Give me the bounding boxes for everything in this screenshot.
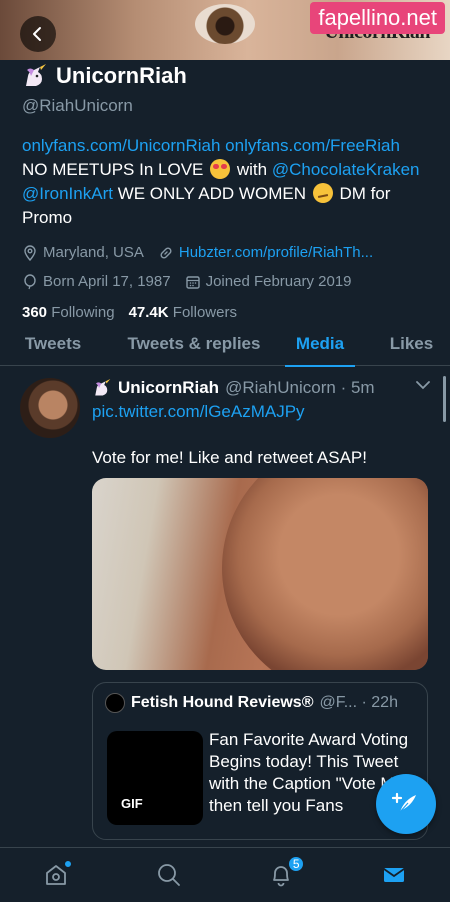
scrollbar[interactable] [443, 376, 446, 422]
mail-icon [383, 868, 405, 882]
quoted-avatar [105, 693, 125, 713]
nav-home[interactable] [36, 855, 76, 895]
chevron-down-icon[interactable] [416, 380, 430, 390]
feather-plus-icon [392, 792, 416, 813]
profile-banner: Or UnicornRiah fapellino.net [0, 0, 450, 60]
tweet-media-image[interactable] [92, 478, 428, 670]
watermark: fapellino.net [310, 2, 445, 34]
home-new-dot [64, 860, 73, 868]
media-photo-shape [222, 478, 428, 670]
bottom-navigation: 5 [0, 847, 450, 902]
following-label: Following [51, 304, 115, 321]
website-link[interactable]: Hubzter.com/profile/RiahTh... [179, 244, 373, 261]
birthday: Born April 17, 1987 [22, 273, 171, 290]
nav-messages[interactable] [374, 855, 414, 895]
gif-badge: GIF [121, 796, 143, 811]
search-icon [157, 864, 180, 886]
quoted-tweet[interactable]: Fetish Hound Reviews® @F... · 22h GIF Fa… [92, 682, 428, 840]
location-pin-icon [24, 244, 36, 261]
chevron-left-icon [33, 27, 41, 41]
following-stat[interactable]: 360 Following [22, 304, 115, 321]
bio-link-freeriah[interactable]: onlyfans.com/FreeRiah [225, 136, 400, 155]
followers-stat[interactable]: 47.4K Followers [129, 304, 237, 321]
profile-bio: onlyfans.com/UnicornRiah onlyfans.com/Fr… [22, 134, 442, 230]
bio-text: DM for [339, 184, 391, 203]
balloon-icon [24, 273, 36, 289]
quoted-author-name: Fetish Hound Reviews® [131, 694, 314, 711]
tab-media[interactable]: Media [285, 322, 355, 367]
followers-label: Followers [172, 304, 237, 321]
link-icon [160, 246, 172, 259]
banner-eye-photo [195, 4, 255, 44]
unicorn-icon [26, 64, 46, 86]
bio-mention-chocolatekraken[interactable]: @ChocolateKraken [272, 160, 420, 179]
heart-eyes-emoji-icon [210, 159, 231, 179]
bio-text: with [236, 160, 268, 179]
back-button[interactable] [20, 16, 56, 52]
bio-text: WE ONLY ADD WOMEN [117, 184, 306, 203]
smirk-emoji-icon [312, 183, 333, 203]
display-name: UnicornRiah [56, 63, 187, 88]
quoted-tweet-header: Fetish Hound Reviews® @F... · 22h [105, 693, 398, 713]
nav-search[interactable] [149, 855, 189, 895]
website[interactable]: Hubzter.com/profile/RiahTh... [158, 244, 373, 261]
bio-text: NO MEETUPS In LOVE [22, 160, 204, 179]
tab-tweets[interactable]: Tweets [0, 322, 106, 366]
notifications-count-badge: 5 [287, 855, 306, 873]
tab-tweets-and-replies[interactable]: Tweets & replies [106, 322, 282, 366]
tweet-text: Vote for me! Like and retweet ASAP! [92, 448, 367, 467]
tab-likes[interactable]: Likes [373, 322, 450, 366]
name-row: UnicornRiah [22, 62, 442, 90]
profile-meta: Maryland, USA Hubzter.com/profile/RiahTh… [22, 244, 442, 290]
tweet[interactable]: UnicornRiah @RiahUnicorn · 5m pic.twitte… [0, 366, 450, 846]
location-text: Maryland, USA [43, 244, 144, 261]
following-count: 360 [22, 304, 48, 321]
bio-link-unicornriah[interactable]: onlyfans.com/UnicornRiah [22, 136, 220, 155]
join-date-text: Joined February 2019 [205, 273, 352, 290]
unicorn-icon [95, 379, 111, 396]
profile-handle: @RiahUnicorn [22, 96, 133, 115]
join-date: Joined February 2019 [185, 273, 352, 290]
tweet-header: UnicornRiah @RiahUnicorn · 5m [92, 378, 375, 398]
compose-tweet-button[interactable] [376, 774, 436, 834]
quoted-author-meta: @F... · 22h [319, 694, 398, 711]
profile-header: UnicornRiah @RiahUnicorn onlyfans.com/Un… [22, 62, 442, 321]
nav-notifications[interactable]: 5 [261, 855, 306, 895]
profile-tabs: Tweets Tweets & replies Media Likes [0, 322, 450, 367]
avatar[interactable] [20, 378, 80, 438]
bio-text: Promo [22, 208, 73, 227]
tweet-author-name: UnicornRiah [118, 378, 220, 397]
quoted-gif-thumbnail[interactable]: GIF [107, 731, 203, 825]
follow-stats: 360 Following 47.4K Followers [22, 304, 442, 321]
birthday-text: Born April 17, 1987 [43, 273, 171, 290]
tweet-pic-link[interactable]: pic.twitter.com/lGeAzMAJPy [92, 402, 305, 422]
bio-mention-ironinkart[interactable]: @IronInkArt [22, 184, 113, 203]
followers-count: 47.4K [128, 304, 169, 321]
calendar-icon [185, 275, 200, 289]
tweet-author-meta: @RiahUnicorn · 5m [225, 378, 375, 397]
location: Maryland, USA [22, 244, 144, 261]
